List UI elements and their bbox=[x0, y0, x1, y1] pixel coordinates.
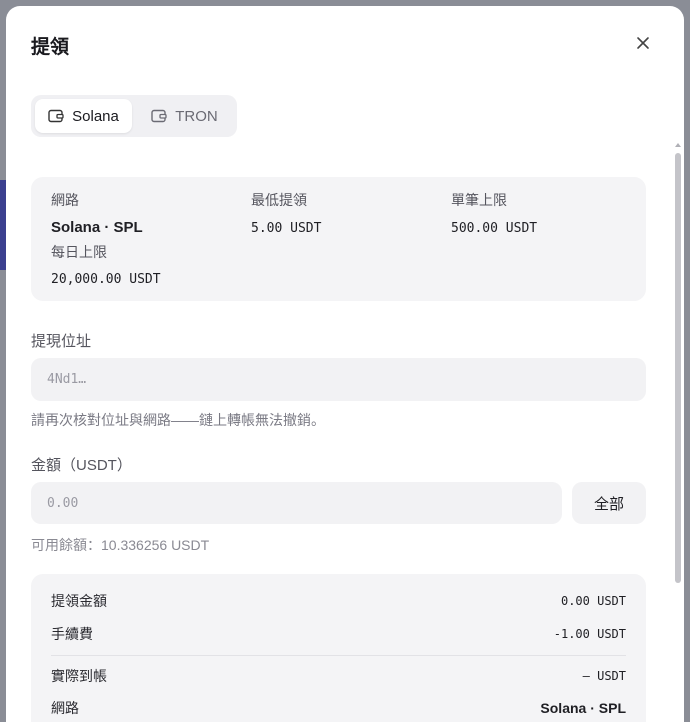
summary-amount-label: 提領金額 bbox=[51, 593, 107, 609]
daily-limit-value: 20,000.00 USDT bbox=[51, 272, 161, 287]
wallet-icon bbox=[151, 109, 167, 123]
summary-row-amount: 提領金額 0.00 USDT bbox=[51, 591, 626, 611]
min-withdraw-value: 5.00 USDT bbox=[251, 221, 322, 236]
single-max-label: 單筆上限 bbox=[451, 192, 507, 208]
amount-label: 金額（USDT） bbox=[31, 457, 132, 474]
min-withdraw-label: 最低提領 bbox=[251, 192, 307, 208]
address-label: 提現位址 bbox=[31, 333, 92, 350]
max-amount-button[interactable]: 全部 bbox=[572, 482, 646, 524]
summary-amount-value: 0.00 USDT bbox=[560, 594, 626, 608]
address-warning: 請再次核對位址與網路——鏈上轉帳無法撤銷。 bbox=[31, 412, 325, 428]
tab-solana[interactable]: Solana bbox=[35, 99, 132, 133]
close-icon bbox=[637, 37, 649, 49]
single-max-value: 500.00 USDT bbox=[451, 221, 538, 236]
available-balance: 可用餘額：10.336256 USDT bbox=[31, 537, 210, 553]
wallet-icon bbox=[48, 109, 64, 123]
tab-tron[interactable]: TRON bbox=[136, 99, 233, 133]
summary-received-value: — USDT bbox=[582, 669, 626, 683]
summary-network-label: 網路 bbox=[51, 700, 79, 716]
network-info-card: 網路 Solana · SPL 最低提領 5.00 USDT 單筆上限 500.… bbox=[31, 177, 646, 301]
scrollbar[interactable] bbox=[674, 141, 682, 585]
network-value: Solana · SPL bbox=[51, 219, 143, 236]
summary-card: 提領金額 0.00 USDT 手續費 -1.00 USDT 實際到帳 — USD… bbox=[31, 574, 646, 722]
tab-tron-label: TRON bbox=[175, 107, 218, 125]
summary-received-label: 實際到帳 bbox=[51, 668, 107, 684]
daily-limit-label: 每日上限 bbox=[51, 244, 107, 260]
summary-network-value: Solana · SPL bbox=[540, 700, 626, 716]
dialog-title: 提領 bbox=[31, 37, 70, 58]
summary-fee-label: 手續費 bbox=[51, 626, 93, 642]
summary-divider bbox=[51, 655, 626, 656]
summary-row-fee: 手續費 -1.00 USDT bbox=[51, 624, 626, 644]
withdraw-dialog: 提領 Solana TRON 網路 Solana · SPL 最低提領 5.00… bbox=[6, 6, 684, 722]
network-tabs: Solana TRON bbox=[31, 95, 237, 137]
tab-solana-label: Solana bbox=[72, 107, 119, 125]
network-label: 網路 bbox=[51, 192, 79, 208]
address-input[interactable]: 4Nd1… bbox=[31, 358, 646, 401]
amount-input[interactable]: 0.00 bbox=[31, 482, 562, 524]
scrollbar-thumb[interactable] bbox=[675, 153, 681, 583]
summary-fee-value: -1.00 USDT bbox=[553, 627, 626, 641]
scroll-up-icon[interactable] bbox=[674, 141, 682, 149]
summary-row-network: 網路 Solana · SPL bbox=[51, 698, 626, 718]
summary-row-received: 實際到帳 — USDT bbox=[51, 666, 626, 686]
close-button[interactable] bbox=[632, 32, 654, 54]
